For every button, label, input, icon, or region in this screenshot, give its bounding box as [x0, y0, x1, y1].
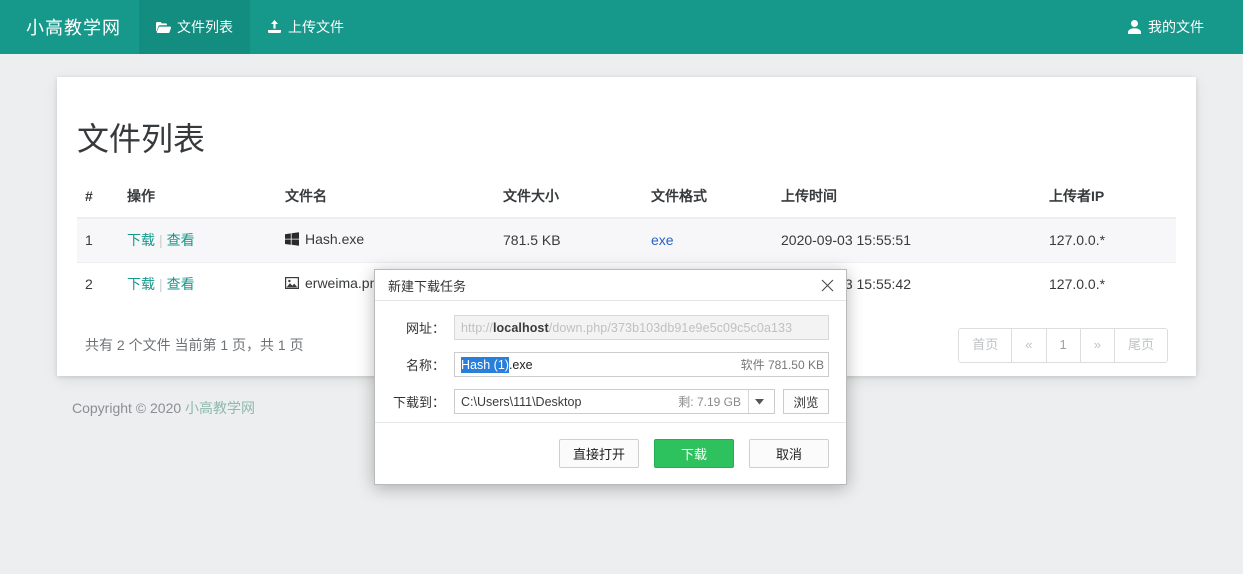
dialog-action-bar: 直接打开 下载 取消 — [375, 422, 846, 484]
url-path: /down.php/373b103db91e9e5c09c5c0a133 — [548, 320, 793, 335]
top-navbar: 小高教学网 文件列表 上传文件 我的文件 — [0, 0, 1243, 54]
folder-open-icon — [156, 20, 171, 34]
row-filesize: 781.5 KB — [495, 217, 643, 263]
site-footer: Copyright © 2020 小高教学网 — [72, 398, 255, 418]
nav-item-file-list-label: 文件列表 — [177, 19, 233, 35]
table-head: # 操作 文件名 文件大小 文件格式 上传时间 上传者IP — [77, 176, 1176, 220]
name-value: Hash (1).exe — [461, 356, 533, 373]
url-label: 网址： — [405, 321, 445, 336]
site-brand[interactable]: 小高教学网 — [0, 0, 139, 54]
row-actions: 下载 | 查看 — [119, 262, 277, 307]
row-filename: Hash.exe — [277, 217, 495, 263]
pagination-last[interactable]: 尾页 — [1113, 329, 1167, 362]
table-header-index: # — [77, 176, 119, 220]
url-scheme: http:// — [461, 320, 493, 335]
pagination-first[interactable]: 首页 — [959, 329, 1012, 362]
footer-brand-link[interactable]: 小高教学网 — [185, 400, 255, 416]
dialog-body: 网址： http://localhost/down.php/373b103db9… — [375, 301, 846, 414]
url-host: localhost — [492, 320, 549, 335]
dialog-titlebar: 新建下载任务 — [375, 270, 846, 301]
nav-item-file-list[interactable]: 文件列表 — [139, 0, 250, 54]
nav-item-upload[interactable]: 上传文件 — [250, 0, 361, 54]
save-to-row: 下载到： C:\Users\111\Desktop 剩: 7.19 GB 浏览 — [392, 389, 829, 414]
pagination-prev[interactable]: « — [1011, 329, 1046, 362]
save-path-input[interactable]: C:\Users\111\Desktop 剩: 7.19 GB — [454, 389, 775, 414]
download-link[interactable]: 下载 — [127, 232, 155, 248]
table-header-format: 文件格式 — [643, 176, 773, 220]
table-header-filesize: 文件大小 — [495, 176, 643, 220]
row-index: 1 — [77, 217, 119, 263]
format-link[interactable]: exe — [651, 232, 674, 248]
name-selected-part: Hash (1) — [461, 356, 509, 373]
page-title: 文件列表 — [77, 121, 206, 157]
name-extension: .exe — [508, 357, 533, 372]
pagination-next[interactable]: » — [1079, 329, 1114, 362]
table-header-actions: 操作 — [119, 176, 277, 220]
chevron-down-icon[interactable] — [748, 390, 770, 413]
filename-wrap: erweima.png — [285, 275, 385, 291]
save-to-label: 下载到： — [392, 395, 445, 410]
save-path-text: C:\Users\111\Desktop — [461, 394, 582, 409]
row-format: exe — [643, 217, 773, 263]
row-index: 2 — [77, 262, 119, 307]
windows-icon — [285, 232, 299, 247]
url-row: 网址： http://localhost/down.php/373b103db9… — [392, 315, 829, 340]
dialog-title-text: 新建下载任务 — [388, 278, 467, 294]
nav-right-group: 我的文件 — [1110, 0, 1243, 54]
filename-text: Hash.exe — [305, 231, 365, 248]
nav-item-upload-label: 上传文件 — [288, 19, 344, 35]
image-icon — [285, 276, 299, 290]
download-link[interactable]: 下载 — [127, 276, 155, 292]
row-actions: 下载 | 查看 — [119, 217, 277, 263]
row-uploadtime: 2020-09-03 15:55:51 — [773, 217, 1041, 263]
url-text: http://localhost/down.php/373b103db91e9e… — [461, 321, 792, 335]
row-uploaderip: 127.0.0.* — [1041, 262, 1176, 307]
nav-links: 文件列表 上传文件 — [139, 0, 361, 54]
free-space-text: 剩: 7.19 GB — [678, 395, 741, 409]
table-header-row: # 操作 文件名 文件大小 文件格式 上传时间 上传者IP — [77, 176, 1176, 220]
action-separator: | — [159, 232, 163, 249]
nav-item-my-files[interactable]: 我的文件 — [1110, 0, 1221, 54]
close-icon[interactable] — [808, 270, 846, 300]
pagination: 首页 « 1 » 尾页 — [958, 328, 1168, 363]
name-input[interactable]: Hash (1).exe 软件 781.50 KB — [454, 352, 829, 377]
new-download-task-dialog: 新建下载任务 网址： http://localhost/down.php/373… — [374, 269, 847, 485]
file-type-size-meta: 软件 781.50 KB — [740, 358, 824, 372]
table-header-uploaderip: 上传者IP — [1041, 176, 1176, 220]
view-link[interactable]: 查看 — [167, 276, 195, 292]
browse-button[interactable]: 浏览 — [783, 389, 829, 414]
table-header-filename: 文件名 — [277, 176, 495, 220]
nav-item-my-files-label: 我的文件 — [1148, 19, 1204, 35]
url-input[interactable]: http://localhost/down.php/373b103db91e9e… — [454, 315, 829, 340]
row-uploaderip: 127.0.0.* — [1041, 217, 1176, 263]
download-button[interactable]: 下载 — [654, 439, 734, 468]
cancel-button[interactable]: 取消 — [749, 439, 829, 468]
table-header-uploadtime: 上传时间 — [773, 176, 1041, 220]
upload-icon — [267, 20, 282, 34]
file-count-summary: 共有 2 个文件 当前第 1 页，共 1 页 — [85, 337, 304, 354]
name-label: 名称： — [405, 358, 445, 373]
view-link[interactable]: 查看 — [167, 232, 195, 248]
copyright-text: Copyright © 2020 — [72, 400, 186, 416]
filename-wrap: Hash.exe — [285, 231, 364, 247]
open-direct-button[interactable]: 直接打开 — [559, 439, 639, 468]
name-row: 名称： Hash (1).exe 软件 781.50 KB — [392, 352, 829, 377]
action-separator: | — [159, 276, 163, 293]
pagination-page-1[interactable]: 1 — [1045, 329, 1080, 362]
table-row: 1 下载 | 查看 Hash.exe 781.5 KB exe 2020-09-03… — [77, 217, 1176, 263]
user-icon — [1127, 20, 1142, 34]
